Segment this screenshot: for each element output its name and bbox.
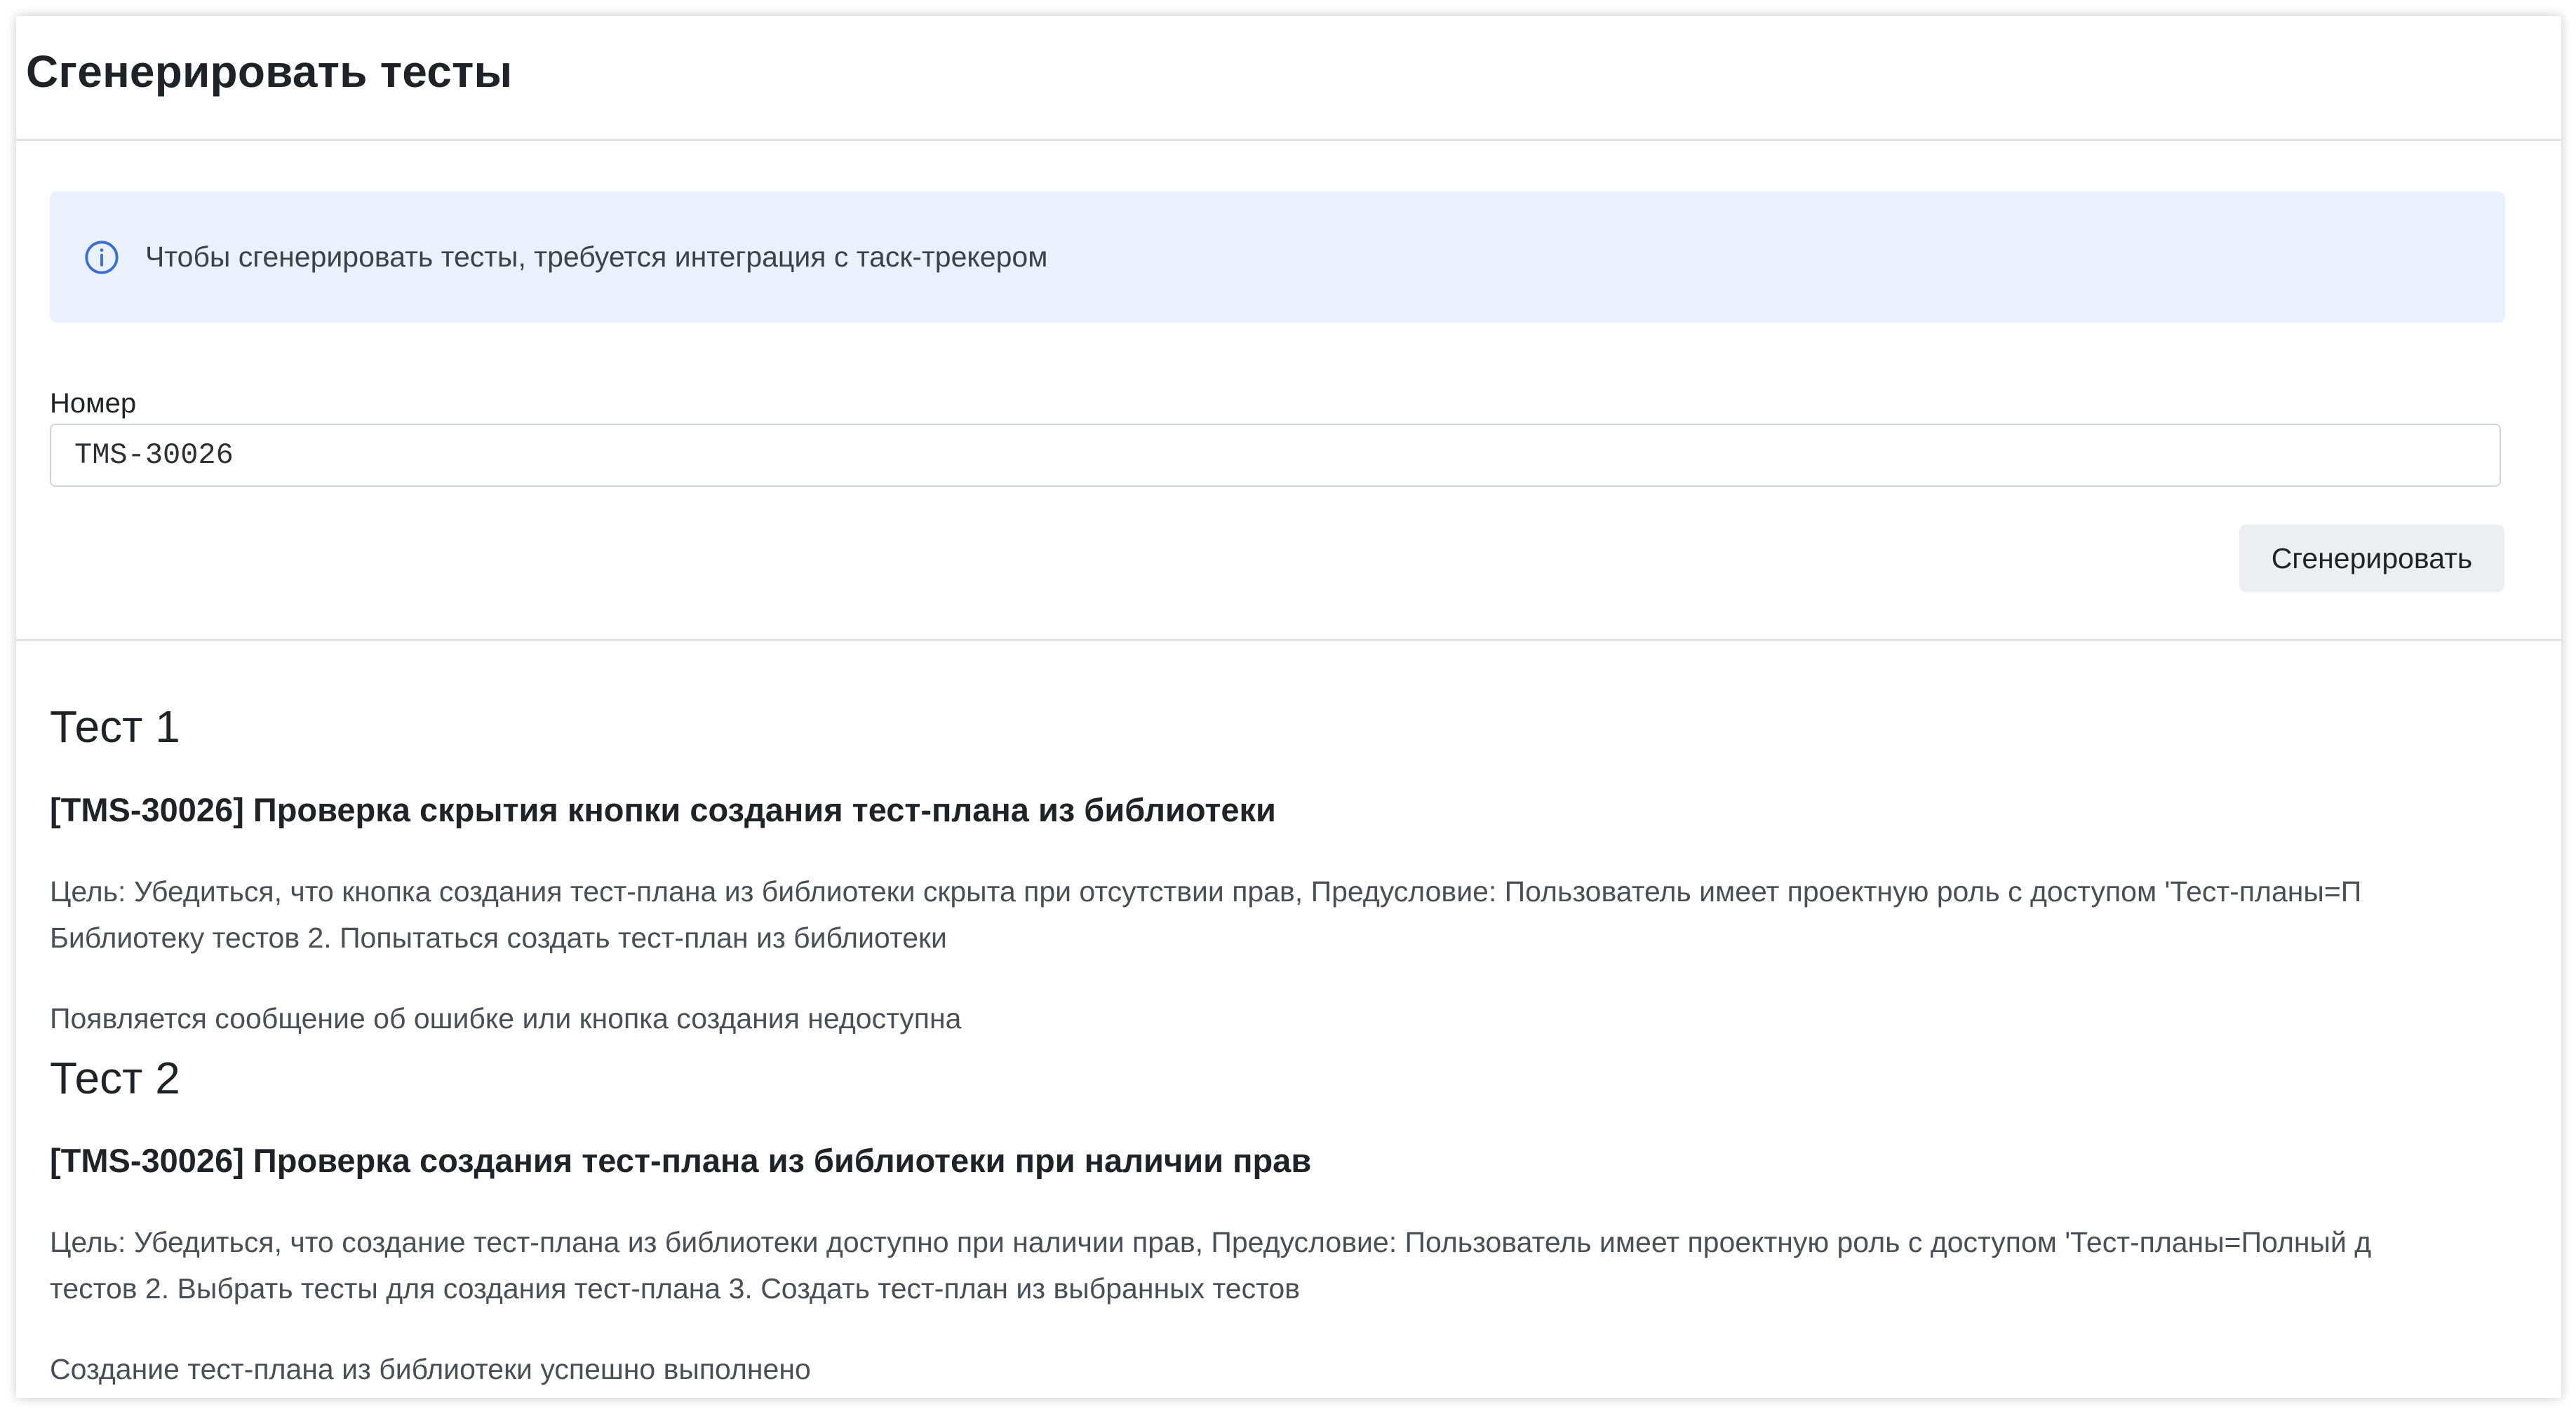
panel-header: Сгенерировать тесты: [16, 16, 2561, 141]
test-description-line: Библиотеку тестов 2. Попытаться создать …: [50, 922, 947, 954]
test-description: Цель: Убедиться, что создание тест-плана…: [50, 1219, 2554, 1312]
integration-alert: Чтобы сгенерировать тесты, требуется инт…: [50, 191, 2505, 323]
test-description-line: тестов 2. Выбрать тесты для создания тес…: [50, 1272, 1300, 1305]
test-description: Цель: Убедиться, что кнопка создания тес…: [50, 868, 2554, 961]
test-description-line: Цель: Убедиться, что кнопка создания тес…: [50, 875, 2362, 908]
info-icon: [85, 240, 119, 274]
generate-button[interactable]: Сгенерировать: [2239, 525, 2504, 592]
number-input[interactable]: [50, 424, 2501, 487]
alert-text: Чтобы сгенерировать тесты, требуется инт…: [145, 241, 1048, 273]
page-title: Сгенерировать тесты: [26, 46, 513, 97]
test-expected-result: Появляется сообщение об ошибке или кнопк…: [50, 1002, 962, 1035]
generate-tests-panel: Сгенерировать тесты Чтобы сгенерировать …: [16, 16, 2561, 1398]
test-title: [TMS-30026] Проверка создания тест-плана…: [50, 1142, 1312, 1179]
test-description-line: Цель: Убедиться, что создание тест-плана…: [50, 1226, 2372, 1258]
test-expected-result: Создание тест-плана из библиотеки успешн…: [50, 1353, 811, 1385]
number-label: Номер: [50, 388, 137, 419]
test-title: [TMS-30026] Проверка скрытия кнопки созд…: [50, 791, 1276, 828]
section-divider: [16, 639, 2561, 641]
test-heading: Тест 1: [50, 701, 180, 752]
test-heading: Тест 2: [50, 1053, 180, 1103]
